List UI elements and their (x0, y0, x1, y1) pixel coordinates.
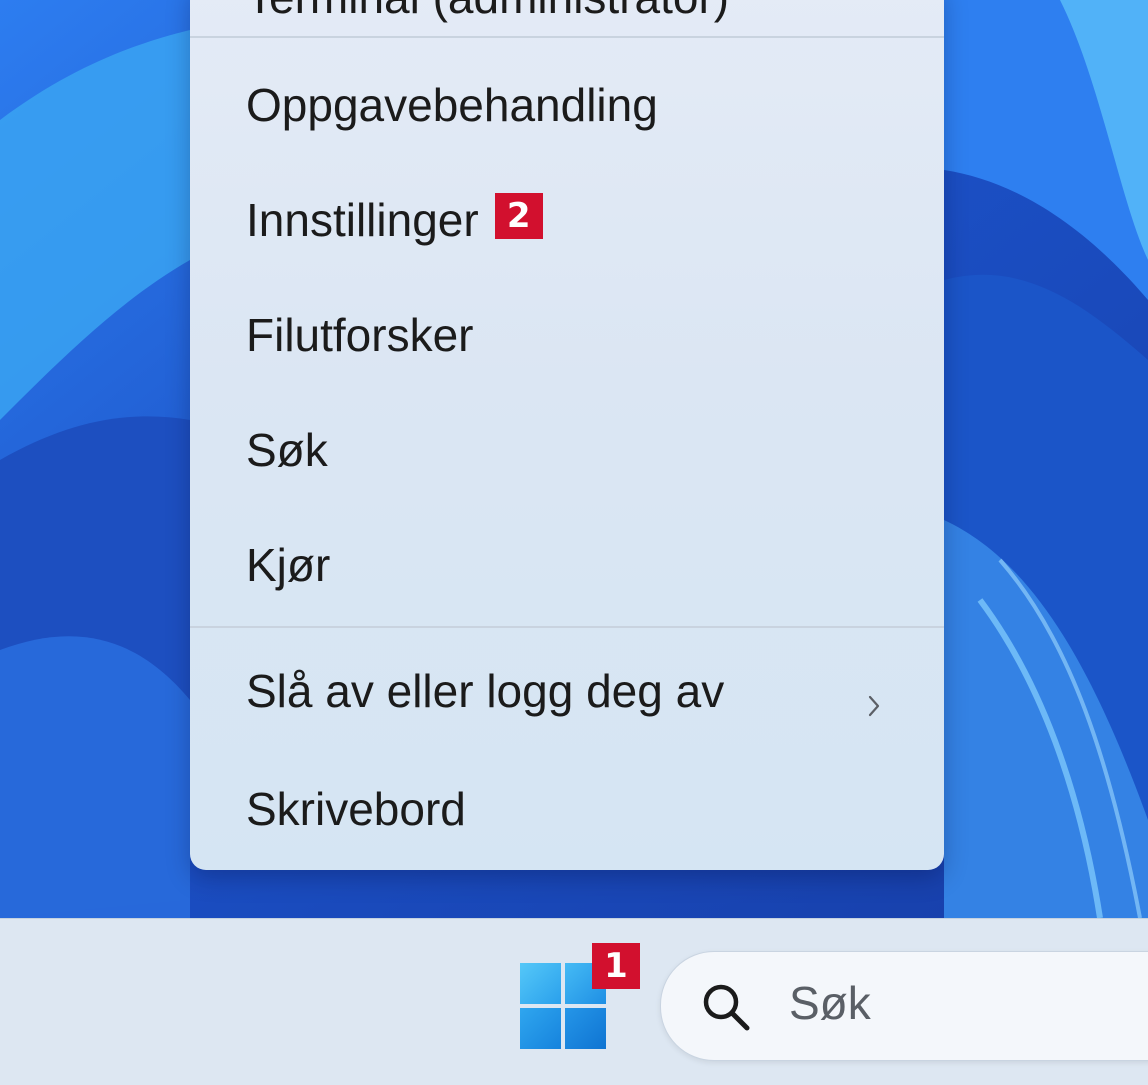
search-icon (699, 980, 755, 1036)
menu-item-label: Skrivebord (246, 783, 466, 835)
start-context-menu: Terminal (administrator) Oppgavebehandli… (190, 0, 944, 870)
menu-item-sla-av[interactable]: Slå av eller logg deg av (190, 636, 944, 746)
taskbar: 1 Søk (0, 918, 1148, 1085)
menu-item-label: Filutforsker (246, 309, 474, 361)
search-placeholder: Søk (789, 977, 871, 1029)
menu-item-skrivebord[interactable]: Skrivebord (190, 754, 944, 864)
menu-item-label: Søk (246, 424, 328, 476)
chevron-right-icon (860, 677, 888, 717)
menu-item-label: Slå av eller logg deg av (246, 665, 725, 717)
callout-badge-1: 1 (592, 943, 640, 989)
menu-item-innstillinger[interactable]: Innstillinger 2 (190, 165, 944, 275)
menu-item-label: Oppgavebehandling (246, 79, 658, 131)
menu-item-label: Kjør (246, 539, 331, 591)
menu-item-label: Innstillinger (246, 194, 479, 246)
menu-item-kjor[interactable]: Kjør (190, 510, 944, 620)
callout-badge-2: 2 (494, 193, 543, 239)
menu-separator (190, 36, 944, 38)
menu-item-terminal-admin[interactable]: Terminal (administrator) (246, 0, 729, 24)
menu-separator (190, 626, 944, 628)
menu-item-oppgavebehandling[interactable]: Oppgavebehandling (190, 50, 944, 160)
menu-item-sok[interactable]: Søk (190, 395, 944, 505)
taskbar-search-box[interactable]: Søk (660, 951, 1148, 1061)
menu-item-filutforsker[interactable]: Filutforsker (190, 280, 944, 390)
